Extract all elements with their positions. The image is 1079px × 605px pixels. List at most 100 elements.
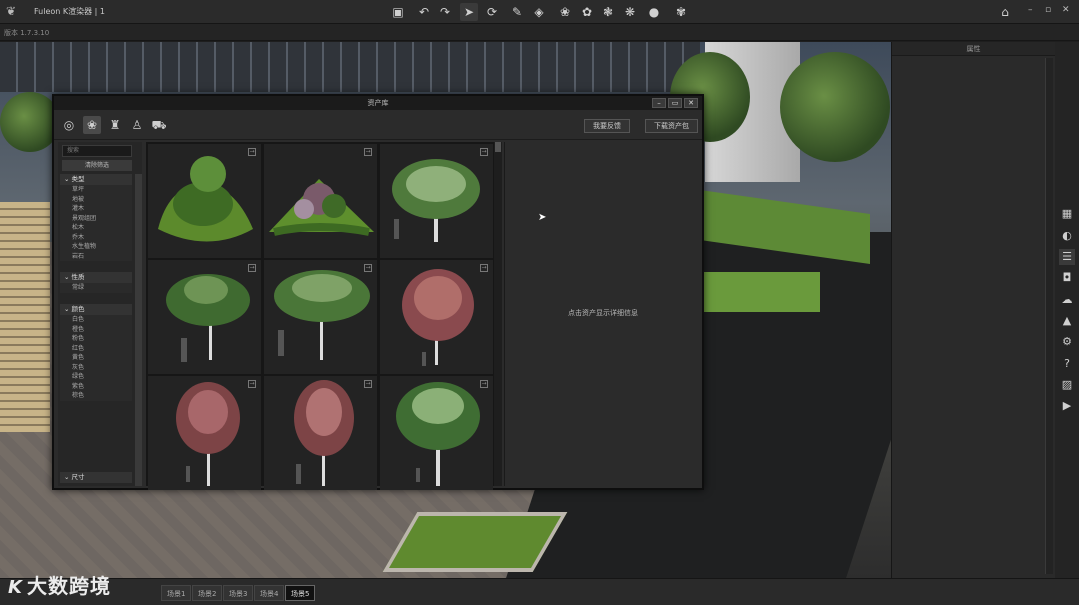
import-icon[interactable]: → — [480, 264, 488, 272]
scrollbar-thumb[interactable] — [495, 142, 501, 152]
tree-brush-icon[interactable]: ❀ — [556, 3, 574, 21]
properties-scrollbar[interactable] — [1045, 58, 1053, 574]
filter-item[interactable]: 紫色 — [60, 381, 132, 391]
undo-icon[interactable]: ↶ — [415, 3, 433, 21]
import-icon[interactable]: → — [480, 380, 488, 388]
red-leaf-tree-thumbnail — [176, 382, 240, 486]
settings-icon[interactable]: ⚙ — [1059, 334, 1075, 350]
import-icon[interactable]: → — [248, 380, 256, 388]
video-icon[interactable]: ▶ — [1059, 398, 1075, 414]
globe-icon[interactable]: ◐ — [1059, 228, 1075, 244]
scene-bar: 场景1 场景2 场景3 场景4 场景5 — [0, 578, 1079, 605]
feedback-button[interactable]: 我要反馈 — [584, 119, 630, 133]
round-tree-thumbnail — [396, 382, 480, 486]
broadleaf-tree-thumbnail — [392, 159, 480, 242]
import-icon[interactable]: → — [364, 264, 372, 272]
import-icon[interactable]: → — [364, 148, 372, 156]
scene-tab[interactable]: 场景2 — [192, 585, 223, 601]
furniture-category-icon[interactable]: ♜ — [106, 116, 124, 134]
asset-card-broadleaf-tree[interactable]: → — [380, 144, 493, 258]
grid-icon[interactable]: ▦ — [1059, 206, 1075, 222]
terrain-icon[interactable]: ▲ — [1059, 313, 1075, 329]
image-icon[interactable]: ▨ — [1059, 377, 1075, 393]
person-category-icon[interactable]: ♙ — [128, 116, 146, 134]
filter-item[interactable]: 灌木 — [60, 204, 132, 214]
shrub-icon[interactable]: ● — [645, 3, 663, 21]
paint-bucket-icon[interactable]: ◈ — [530, 3, 548, 21]
redo-icon[interactable]: ↷ — [436, 3, 454, 21]
plant-category-icon[interactable]: ❀ — [83, 116, 101, 134]
filter-item[interactable]: 橙色 — [60, 324, 132, 334]
scene-tab[interactable]: 场景3 — [223, 585, 254, 601]
dialog-title: 资产库 — [54, 96, 702, 110]
grass-icon[interactable]: ❃ — [599, 3, 617, 21]
asset-grid-scrollbar[interactable] — [494, 142, 502, 486]
filter-item[interactable]: 黄色 — [60, 353, 132, 363]
filter-item[interactable]: 常绿 — [60, 283, 132, 293]
asset-card-round-tree[interactable]: → — [380, 376, 493, 490]
app-logo-icon[interactable]: ❦ — [6, 4, 20, 18]
select-icon[interactable]: ➤ — [460, 3, 478, 21]
filter-item[interactable]: 景观组团 — [60, 213, 132, 223]
plant-icon[interactable]: ❋ — [621, 3, 639, 21]
asset-card-red-leaf-tree[interactable]: → — [148, 376, 261, 490]
camera-icon[interactable]: ◘ — [1059, 270, 1075, 286]
filter-group-label: 类型 — [71, 175, 85, 183]
tree-scatter-icon[interactable]: ✿ — [578, 3, 596, 21]
scene-tab[interactable]: 场景4 — [254, 585, 285, 601]
filter-item[interactable]: 地被 — [60, 194, 132, 204]
import-icon[interactable]: → — [248, 264, 256, 272]
filter-scrollbar[interactable] — [135, 174, 142, 486]
filter-group-size: ⌄ 尺寸 — [60, 472, 132, 483]
import-icon[interactable]: → — [480, 148, 488, 156]
scene-tab-active[interactable]: 场景5 — [285, 585, 316, 601]
filter-item[interactable]: 灰色 — [60, 362, 132, 372]
close-icon[interactable]: ✕ — [1062, 5, 1070, 15]
filter-group-header[interactable]: ⌄ 类型 — [60, 174, 132, 185]
globe-category-icon[interactable]: ◎ — [60, 116, 78, 134]
watermark-logo-icon: K — [8, 577, 23, 598]
canopy-tree-thumbnail — [274, 270, 370, 360]
dialog-minimize-icon[interactable]: – — [652, 98, 666, 108]
filter-item[interactable]: 松木 — [60, 223, 132, 233]
list-icon[interactable]: ☰ — [1059, 249, 1075, 265]
asset-card-hedge-garden[interactable]: → — [264, 144, 377, 258]
weather-icon[interactable]: ☁ — [1059, 292, 1075, 308]
import-icon[interactable]: → — [248, 148, 256, 156]
asset-card-red-maple-tree[interactable]: → — [380, 260, 493, 374]
save-icon[interactable]: ▣ — [389, 3, 407, 21]
download-pack-button[interactable]: 下载资产包 — [645, 119, 698, 133]
rotate-icon[interactable]: ⟳ — [483, 3, 501, 21]
side-toolbar: ▦ ◐ ☰ ◘ ☁ ▲ ⚙ ? ▨ ▶ — [1055, 42, 1079, 578]
help-icon[interactable]: ? — [1059, 356, 1075, 372]
home-icon[interactable]: ⌂ — [996, 3, 1014, 21]
scene-tab[interactable]: 场景1 — [161, 585, 192, 601]
pen-icon[interactable]: ✎ — [508, 3, 526, 21]
filter-item[interactable]: 草坪 — [60, 185, 132, 195]
filter-group-header[interactable]: ⌄ 颜色 — [60, 304, 132, 315]
filter-item[interactable]: 粉色 — [60, 334, 132, 344]
maximize-icon[interactable]: ▫ — [1045, 5, 1051, 15]
filter-item[interactable]: 白色 — [60, 315, 132, 325]
vehicle-category-icon[interactable]: ⛟ — [150, 116, 168, 134]
clear-filter-button[interactable]: 清除筛选 — [62, 160, 132, 171]
minimize-icon[interactable]: – — [1028, 5, 1033, 15]
asset-card-red-leaf-tree[interactable]: → — [264, 376, 377, 490]
filter-item[interactable]: 岩石 — [60, 251, 132, 261]
filter-item[interactable]: 绿色 — [60, 372, 132, 382]
asset-search-input[interactable]: 搜索 — [62, 145, 132, 157]
dialog-maximize-icon[interactable]: ▭ — [668, 98, 682, 108]
filter-item[interactable]: 乔木 — [60, 232, 132, 242]
leaf-icon[interactable]: ✾ — [672, 3, 690, 21]
filter-item[interactable]: 红色 — [60, 343, 132, 353]
filter-item[interactable]: 水生植物 — [60, 242, 132, 252]
asset-card-planting-mound[interactable]: → — [148, 144, 261, 258]
filter-group-header[interactable]: ⌄ 尺寸 — [60, 472, 132, 483]
filter-item[interactable]: 棕色 — [60, 391, 132, 401]
properties-title: 属性 — [892, 42, 1055, 56]
import-icon[interactable]: → — [364, 380, 372, 388]
asset-card-canopy-tree[interactable]: → — [264, 260, 377, 374]
dialog-close-icon[interactable]: ✕ — [684, 98, 698, 108]
filter-group-header[interactable]: ⌄ 性质 — [60, 272, 132, 283]
asset-card-spreading-tree[interactable]: → — [148, 260, 261, 374]
